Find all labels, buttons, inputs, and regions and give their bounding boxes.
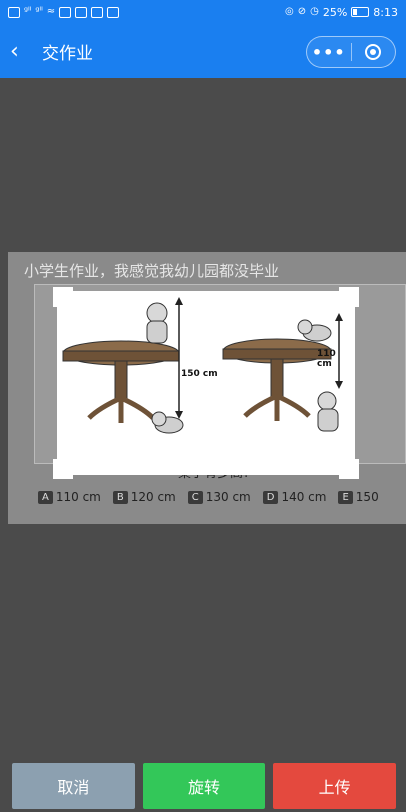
option-text: 110 cm <box>55 490 101 504</box>
app-notification-icon-3 <box>91 6 104 18</box>
measure-label-right: 110 cm <box>317 349 336 369</box>
answer-options: A 110 cm B 120 cm C 130 cm D 140 cm E 150 <box>38 490 379 504</box>
sim-icon <box>8 6 20 18</box>
eye-icon: ◎ <box>284 6 294 17</box>
option-a: A 110 cm <box>38 490 101 504</box>
option-letter: C <box>187 490 203 504</box>
data-icon: ◷ <box>310 6 319 17</box>
close-mini-program-button[interactable] <box>352 37 396 67</box>
homework-upload-screen: ᵍˡˡ ᵍˡˡ ≈ ◎ ⊘ ◷ 25% 8:13 ‹ 交作业 ••• 小学生作业… <box>0 0 406 812</box>
rotate-button[interactable]: 旋转 <box>142 763 266 809</box>
app-notification-icon-2 <box>75 6 88 18</box>
measure-label-left: 150 cm <box>181 369 218 379</box>
app-notification-icon-4 <box>107 6 120 18</box>
option-e: E 150 <box>338 490 379 504</box>
chevron-left-icon[interactable]: ‹ <box>10 39 34 64</box>
option-text: 120 cm <box>130 490 176 504</box>
upload-button[interactable]: 上传 <box>273 763 397 809</box>
cancel-button[interactable]: 取消 <box>12 763 135 809</box>
option-letter: B <box>112 490 128 504</box>
target-dot <box>370 49 377 55</box>
action-bar: 取消 旋转 上传 <box>0 760 406 812</box>
clock: 8:13 <box>373 5 398 19</box>
battery-icon <box>351 7 370 17</box>
option-text: 130 cm <box>205 490 251 504</box>
wifi-icon: ≈ <box>46 6 56 17</box>
option-letter: A <box>38 490 53 504</box>
photo-caption: 小学生作业，我感觉我幼儿园都没毕业 <box>24 262 280 280</box>
signal-icon: ᵍˡˡ <box>24 6 32 17</box>
app-notification-icon <box>59 6 72 18</box>
option-d: D 140 cm <box>262 490 327 504</box>
crop-handle-bottom-left[interactable] <box>53 459 73 479</box>
battery-level <box>353 9 358 15</box>
option-b: B 120 cm <box>112 490 176 504</box>
battery-percent: 25% <box>322 5 348 19</box>
option-letter: E <box>338 490 353 504</box>
crop-handle-top-left[interactable] <box>53 287 73 307</box>
crop-handle-bottom-right[interactable] <box>339 459 359 479</box>
more-dots-icon: ••• <box>311 42 346 62</box>
target-icon <box>365 44 382 60</box>
table-illustration <box>62 297 343 434</box>
status-right: ◎ ⊘ ◷ 25% 8:13 <box>285 6 398 19</box>
option-letter: D <box>262 490 279 504</box>
status-bar: ᵍˡˡ ᵍˡˡ ≈ ◎ ⊘ ◷ 25% 8:13 <box>0 0 406 24</box>
option-text: 140 cm <box>281 490 327 504</box>
crop-handle-top-right[interactable] <box>339 287 359 307</box>
more-button[interactable]: ••• <box>307 37 351 67</box>
mini-program-capsule: ••• <box>306 36 396 68</box>
option-c: C 130 cm <box>187 490 251 504</box>
signal-icon-2: ᵍˡˡ <box>35 6 43 17</box>
option-text: 150 <box>355 490 379 504</box>
status-left: ᵍˡˡ ᵍˡˡ ≈ <box>8 6 120 18</box>
crop-frame[interactable]: 150 cm 110 cm <box>53 287 359 479</box>
page-title: 交作业 <box>42 43 93 64</box>
nav-bar: ‹ 交作业 ••• <box>0 24 406 78</box>
mute-icon: ⊘ <box>297 6 307 17</box>
